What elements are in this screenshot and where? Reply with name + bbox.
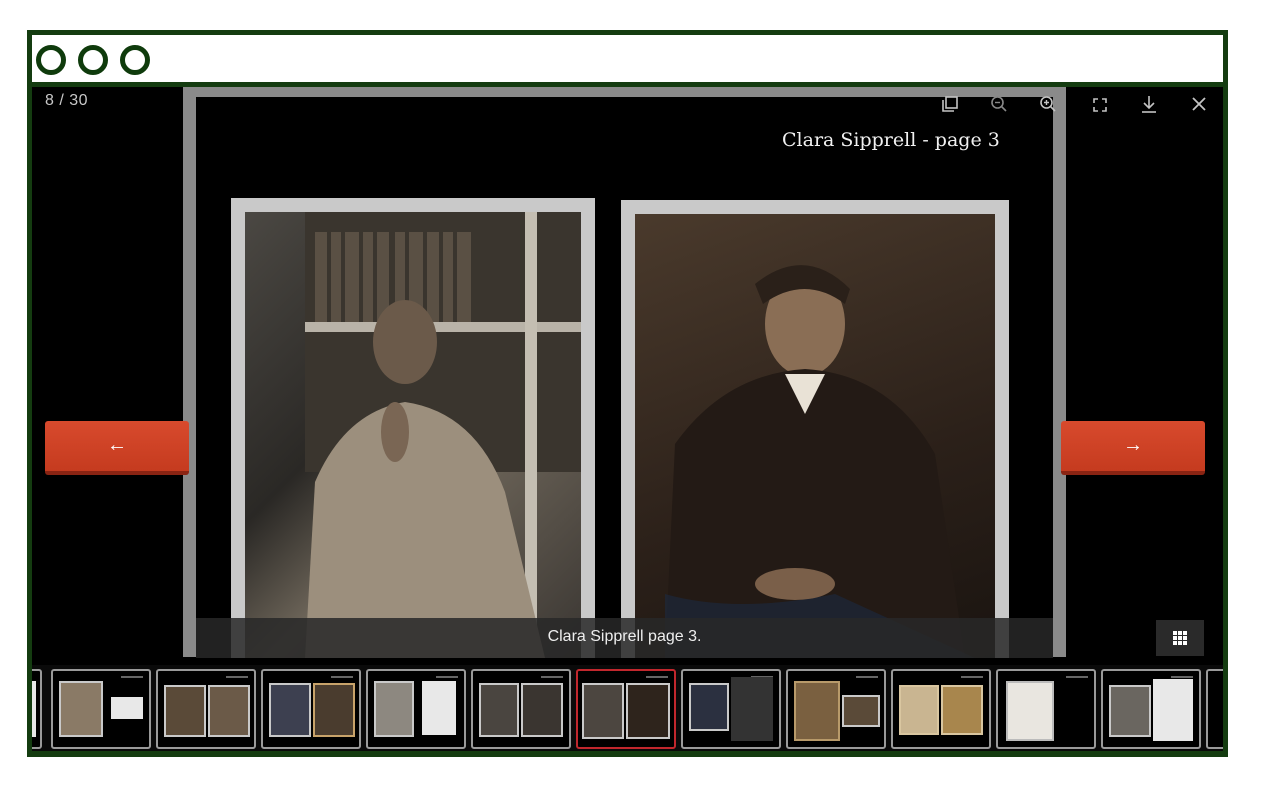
thumbnail[interactable] (51, 669, 151, 749)
copy-icon[interactable] (938, 95, 962, 119)
thumbnail[interactable] (1101, 669, 1201, 749)
next-button[interactable]: → (1061, 421, 1205, 475)
thumbnail-grid-button[interactable] (1156, 620, 1204, 656)
window-control-close[interactable] (36, 45, 66, 75)
thumbnail[interactable] (471, 669, 571, 749)
thumbnail[interactable] (786, 669, 886, 749)
download-icon[interactable] (1137, 95, 1161, 119)
portrait-image-right (635, 214, 995, 658)
thumbnail[interactable] (681, 669, 781, 749)
window-control-minimize[interactable] (78, 45, 108, 75)
thumbnail[interactable] (261, 669, 361, 749)
thumbnail[interactable] (32, 669, 42, 749)
thumbnail-strip (32, 665, 1223, 751)
thumbnail[interactable] (366, 669, 466, 749)
thumbnail[interactable] (1206, 669, 1223, 749)
photo-left (231, 198, 595, 658)
photo-right (621, 200, 1009, 658)
caption-text: Clara Sipprell page 3. (547, 628, 702, 645)
thumbnail-active[interactable] (576, 669, 676, 749)
zoom-out-icon[interactable] (987, 95, 1011, 119)
caption-bar: Clara Sipprell page 3. (196, 618, 1053, 658)
fullscreen-icon[interactable] (1088, 95, 1112, 119)
slide-counter: 8 / 30 (45, 92, 89, 109)
window-control-maximize[interactable] (120, 45, 150, 75)
thumbnail[interactable] (156, 669, 256, 749)
thumbnail[interactable] (891, 669, 991, 749)
close-icon[interactable] (1187, 95, 1211, 119)
thumbnail[interactable] (996, 669, 1096, 749)
portrait-image-left (245, 212, 581, 658)
title-bar (32, 35, 1223, 82)
zoom-in-icon[interactable] (1036, 95, 1060, 119)
page-title: Clara Sipprell - page 3 (782, 129, 1000, 151)
prev-button[interactable]: ← (45, 421, 189, 475)
window-frame: 8 / 30 Clara Sipprell - page 3 ← → Clara… (27, 30, 1228, 757)
lightbox-viewer: 8 / 30 Clara Sipprell - page 3 ← → Clara… (32, 87, 1223, 751)
